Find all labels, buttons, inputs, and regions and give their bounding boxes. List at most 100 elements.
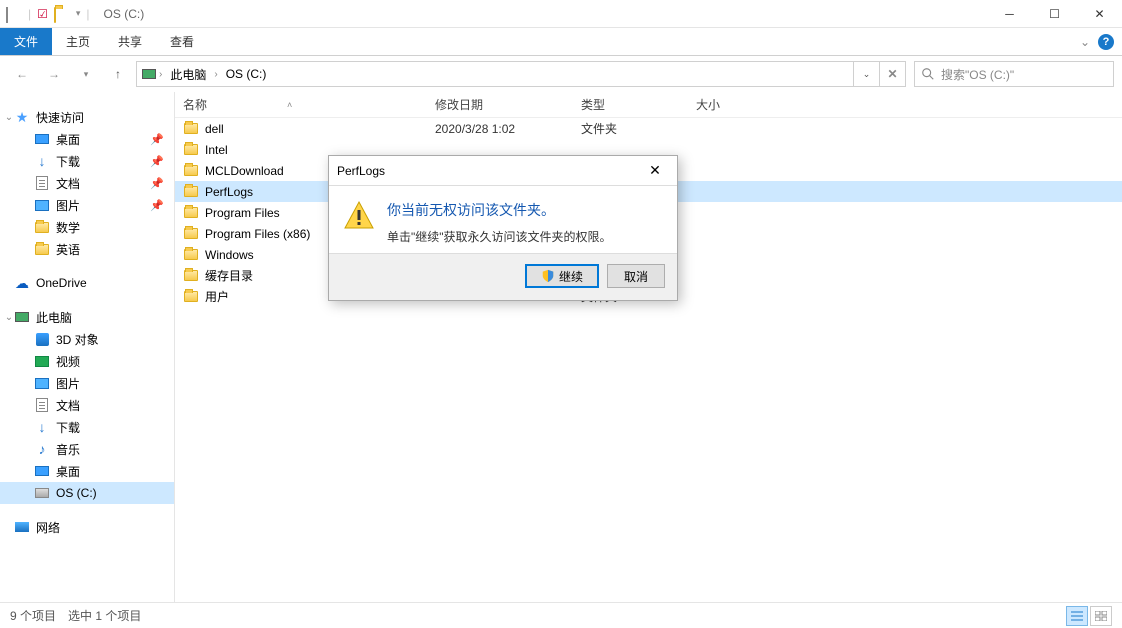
desktop-icon xyxy=(34,131,50,147)
forward-button[interactable]: → xyxy=(40,60,68,88)
sidebar-item[interactable]: 文档📌 xyxy=(0,172,174,194)
address-dropdown[interactable]: ⌄ xyxy=(853,62,879,86)
view-details-button[interactable] xyxy=(1066,606,1088,626)
ribbon: 文件 主页 共享 查看 ⌄ ? xyxy=(0,28,1122,56)
sidebar-item-label: 视频 xyxy=(56,353,80,370)
status-bar: 9 个项目 选中 1 个项目 xyxy=(0,602,1122,628)
folder-icon xyxy=(183,142,199,158)
sidebar-item[interactable]: ↓下载📌 xyxy=(0,150,174,172)
status-selected: 选中 1 个项目 xyxy=(68,607,141,624)
folder-icon xyxy=(183,226,199,242)
file-type: 文件夹 xyxy=(581,120,696,137)
dialog-title: PerfLogs xyxy=(337,164,385,178)
maximize-button[interactable]: ☐ xyxy=(1032,0,1077,28)
sidebar-item[interactable]: ♪音乐 xyxy=(0,438,174,460)
sidebar-item-label: 3D 对象 xyxy=(56,331,99,348)
folder-icon[interactable] xyxy=(54,6,70,22)
view-icons-button[interactable] xyxy=(1090,606,1112,626)
address-bar[interactable]: › 此电脑 › OS (C:) ⌄ ✕ xyxy=(136,61,906,87)
dialog-titlebar[interactable]: PerfLogs ✕ xyxy=(329,156,677,186)
folder-icon xyxy=(183,205,199,221)
sidebar-item-label: 英语 xyxy=(56,241,80,258)
drive-icon xyxy=(6,6,22,22)
sidebar-item-label: 快速访问 xyxy=(36,109,84,126)
file-name: MCLDownload xyxy=(205,164,284,178)
sidebar-item-label: OS (C:) xyxy=(56,486,97,500)
col-name[interactable]: 名称˄ xyxy=(183,96,435,113)
pin-icon: 📌 xyxy=(150,133,164,146)
window-title: OS (C:) xyxy=(104,7,145,21)
qat-separator: | xyxy=(28,7,31,21)
file-name: PerfLogs xyxy=(205,185,253,199)
file-row[interactable]: dell 2020/3/28 1:02文件夹 xyxy=(175,118,1122,139)
sidebar-item[interactable]: 数学 xyxy=(0,216,174,238)
breadcrumb-thispc[interactable]: 此电脑 xyxy=(164,66,212,83)
dialog-subtext: 单击"继续"获取永久访问该文件夹的权限。 xyxy=(387,228,612,245)
sidebar-item[interactable]: 桌面📌 xyxy=(0,128,174,150)
col-size[interactable]: 大小 xyxy=(696,96,776,113)
cancel-button[interactable]: 取消 xyxy=(607,264,665,288)
network-icon xyxy=(14,519,30,535)
chevron-down-icon[interactable]: ⌄ xyxy=(4,312,14,323)
qat-dropdown-icon[interactable]: ▾ xyxy=(76,8,81,19)
sidebar-item[interactable]: 桌面 xyxy=(0,460,174,482)
file-date: 2020/3/28 1:02 xyxy=(435,122,581,136)
continue-button[interactable]: 继续 xyxy=(525,264,599,288)
sidebar-item[interactable]: 文档 xyxy=(0,394,174,416)
download-icon: ↓ xyxy=(34,419,50,435)
sidebar-thispc[interactable]: ⌄ 此电脑 xyxy=(0,306,174,328)
download-icon: ↓ xyxy=(34,153,50,169)
close-button[interactable]: ✕ xyxy=(1077,0,1122,28)
refresh-button[interactable]: ✕ xyxy=(879,62,905,86)
tab-file[interactable]: 文件 xyxy=(0,28,52,55)
col-date[interactable]: 修改日期 xyxy=(435,96,581,113)
sidebar-quick-access[interactable]: ⌄ ★ 快速访问 xyxy=(0,106,174,128)
sidebar-item-label: 数学 xyxy=(56,219,80,236)
sidebar-item-label: 文档 xyxy=(56,397,80,414)
tab-share[interactable]: 共享 xyxy=(104,28,156,55)
video-icon xyxy=(34,353,50,369)
back-button[interactable]: ← xyxy=(8,60,36,88)
sidebar-item[interactable]: 英语 xyxy=(0,238,174,260)
sidebar-item[interactable]: 3D 对象 xyxy=(0,328,174,350)
dialog-close-button[interactable]: ✕ xyxy=(641,162,669,179)
sidebar: ⌄ ★ 快速访问 桌面📌↓下载📌文档📌图片📌数学英语 ☁ OneDrive ⌄ … xyxy=(0,92,175,602)
folder-icon xyxy=(183,268,199,284)
ribbon-expand-icon[interactable]: ⌄ xyxy=(1080,35,1090,49)
sidebar-item-label: 网络 xyxy=(36,519,60,536)
recent-dropdown[interactable]: ▾ xyxy=(72,60,100,88)
star-icon: ★ xyxy=(14,109,30,125)
sidebar-network[interactable]: 网络 xyxy=(0,516,174,538)
sidebar-item[interactable]: 图片📌 xyxy=(0,194,174,216)
folder-icon xyxy=(183,289,199,305)
pc-icon xyxy=(14,309,30,325)
tab-home[interactable]: 主页 xyxy=(52,28,104,55)
sort-icon: ˄ xyxy=(287,100,292,110)
file-name: dell xyxy=(205,122,224,136)
minimize-button[interactable]: ─ xyxy=(987,0,1032,28)
sidebar-item-label: 下载 xyxy=(56,419,80,436)
checkbox-icon[interactable]: ☑ xyxy=(37,7,48,21)
sidebar-item[interactable]: ↓ 下载 xyxy=(0,416,174,438)
doc-icon xyxy=(34,175,50,191)
col-type[interactable]: 类型 xyxy=(581,96,696,113)
sidebar-item[interactable]: 视频 xyxy=(0,350,174,372)
search-placeholder: 搜索"OS (C:)" xyxy=(941,66,1014,83)
search-input[interactable]: 搜索"OS (C:)" xyxy=(914,61,1114,87)
help-icon[interactable]: ? xyxy=(1098,34,1114,50)
shield-icon xyxy=(541,269,555,283)
up-button[interactable]: ↑ xyxy=(104,60,132,88)
breadcrumb-drive[interactable]: OS (C:) xyxy=(220,67,273,81)
chevron-down-icon[interactable]: ⌄ xyxy=(4,112,14,123)
folder-icon xyxy=(183,121,199,137)
chevron-right-icon[interactable]: › xyxy=(157,69,164,80)
folder-icon xyxy=(34,219,50,235)
desktop-icon xyxy=(34,463,50,479)
sidebar-item-label: 此电脑 xyxy=(36,309,72,326)
chevron-right-icon[interactable]: › xyxy=(212,69,219,80)
sidebar-onedrive[interactable]: ☁ OneDrive xyxy=(0,272,174,294)
disk-icon xyxy=(34,485,50,501)
sidebar-item[interactable]: 图片 xyxy=(0,372,174,394)
tab-view[interactable]: 查看 xyxy=(156,28,208,55)
sidebar-item[interactable]: OS (C:) xyxy=(0,482,174,504)
